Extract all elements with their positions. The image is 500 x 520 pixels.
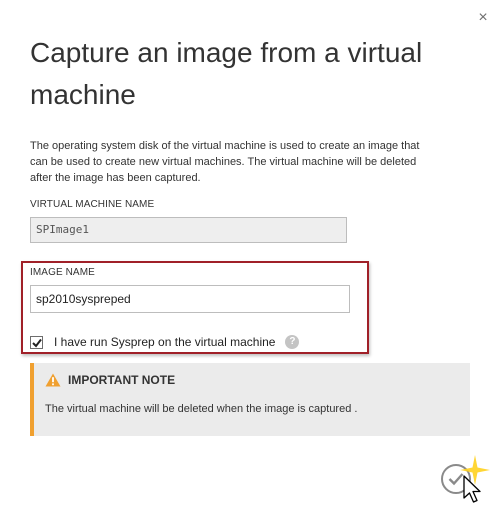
sysprep-checkbox[interactable]	[30, 335, 43, 349]
capture-image-dialog: × Capture an image from a virtual machin…	[0, 0, 500, 520]
mouse-cursor-icon	[463, 475, 481, 503]
sysprep-row: I have run Sysprep on the virtual machin…	[30, 334, 300, 350]
note-title: IMPORTANT NOTE	[68, 373, 176, 387]
dialog-description: The operating system disk of the virtual…	[30, 140, 420, 184]
close-button[interactable]: ×	[474, 9, 492, 27]
vm-name-label: VIRTUAL MACHINE NAME	[30, 199, 155, 210]
dialog-title: Capture an image from a virtual machine	[30, 37, 423, 110]
help-icon[interactable]: ?	[285, 335, 300, 349]
vm-name-field: SPImage1	[30, 217, 347, 243]
warning-icon	[45, 373, 61, 387]
close-icon: ×	[478, 9, 488, 26]
sysprep-label[interactable]: I have run Sysprep on the virtual machin…	[54, 335, 275, 349]
note-text: The virtual machine will be deleted when…	[45, 403, 358, 415]
note-header: IMPORTANT NOTE	[45, 373, 175, 387]
image-name-label: IMAGE NAME	[30, 267, 95, 278]
important-note: IMPORTANT NOTE The virtual machine will …	[30, 363, 470, 436]
image-name-input[interactable]: sp2010syspreped	[30, 285, 350, 313]
checkmark-icon	[32, 338, 42, 348]
